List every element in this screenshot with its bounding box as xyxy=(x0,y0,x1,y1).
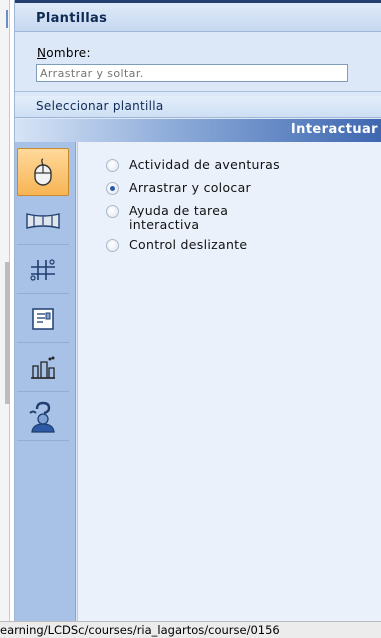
template-option-list: Actividad de aventuras Arrastrar y coloc… xyxy=(77,142,381,621)
category-title: Interactuar xyxy=(290,122,378,137)
scrollbar-thumb[interactable] xyxy=(5,262,10,404)
left-scrollbar[interactable] xyxy=(0,0,10,621)
radio-button[interactable] xyxy=(106,159,119,172)
status-url: earning/LCDSc/courses/ria_lagartos/cours… xyxy=(0,623,280,637)
radio-button[interactable] xyxy=(106,239,119,252)
rail-item-documents[interactable] xyxy=(17,295,69,343)
category-icon-rail xyxy=(15,142,76,621)
rail-item-help[interactable] xyxy=(17,393,69,441)
name-input[interactable] xyxy=(36,64,348,82)
rail-item-controls[interactable] xyxy=(17,246,69,294)
select-template-label: Seleccionar plantilla xyxy=(36,99,164,113)
option-arrastrar-y-colocar[interactable]: Arrastrar y colocar xyxy=(106,181,299,195)
person-help-icon xyxy=(29,401,55,433)
name-label: Nombre: xyxy=(37,46,91,60)
option-actividad-de-aventuras[interactable]: Actividad de aventuras xyxy=(106,158,299,172)
radio-button-selected[interactable] xyxy=(106,182,119,195)
option-label: Actividad de aventuras xyxy=(129,157,280,172)
mouse-icon xyxy=(34,158,52,186)
slider-controls-icon xyxy=(30,258,55,281)
option-label: Ayuda de tarea interactiva xyxy=(129,203,229,232)
templates-panel: Plantillas Nombre: Seleccionar plantilla… xyxy=(14,0,381,621)
panel-title: Plantillas xyxy=(36,11,108,26)
option-label: Control deslizante xyxy=(129,237,248,252)
document-icon xyxy=(32,307,54,330)
lab-beaker-icon xyxy=(31,356,55,379)
name-label-accelerator: N xyxy=(37,46,47,60)
rail-item-media[interactable] xyxy=(17,197,69,245)
option-control-deslizante[interactable]: Control deslizante xyxy=(106,238,299,252)
select-template-section: Seleccionar plantilla xyxy=(15,96,381,118)
name-label-text: ombre: xyxy=(46,46,91,60)
option-ayuda-de-tarea-interactiva[interactable]: Ayuda de tarea interactiva xyxy=(106,204,279,232)
rail-item-lab[interactable] xyxy=(17,344,69,392)
rail-item-interact[interactable] xyxy=(17,148,69,196)
category-header: Interactuar xyxy=(15,119,381,142)
scroll-marker xyxy=(6,10,8,28)
panel-title-bar: Plantillas xyxy=(15,0,381,32)
divider xyxy=(15,91,381,92)
film-strip-icon xyxy=(26,212,60,229)
status-bar: earning/LCDSc/courses/ria_lagartos/cours… xyxy=(0,621,381,638)
option-label: Arrastrar y colocar xyxy=(129,180,251,195)
radio-button[interactable] xyxy=(106,205,119,218)
